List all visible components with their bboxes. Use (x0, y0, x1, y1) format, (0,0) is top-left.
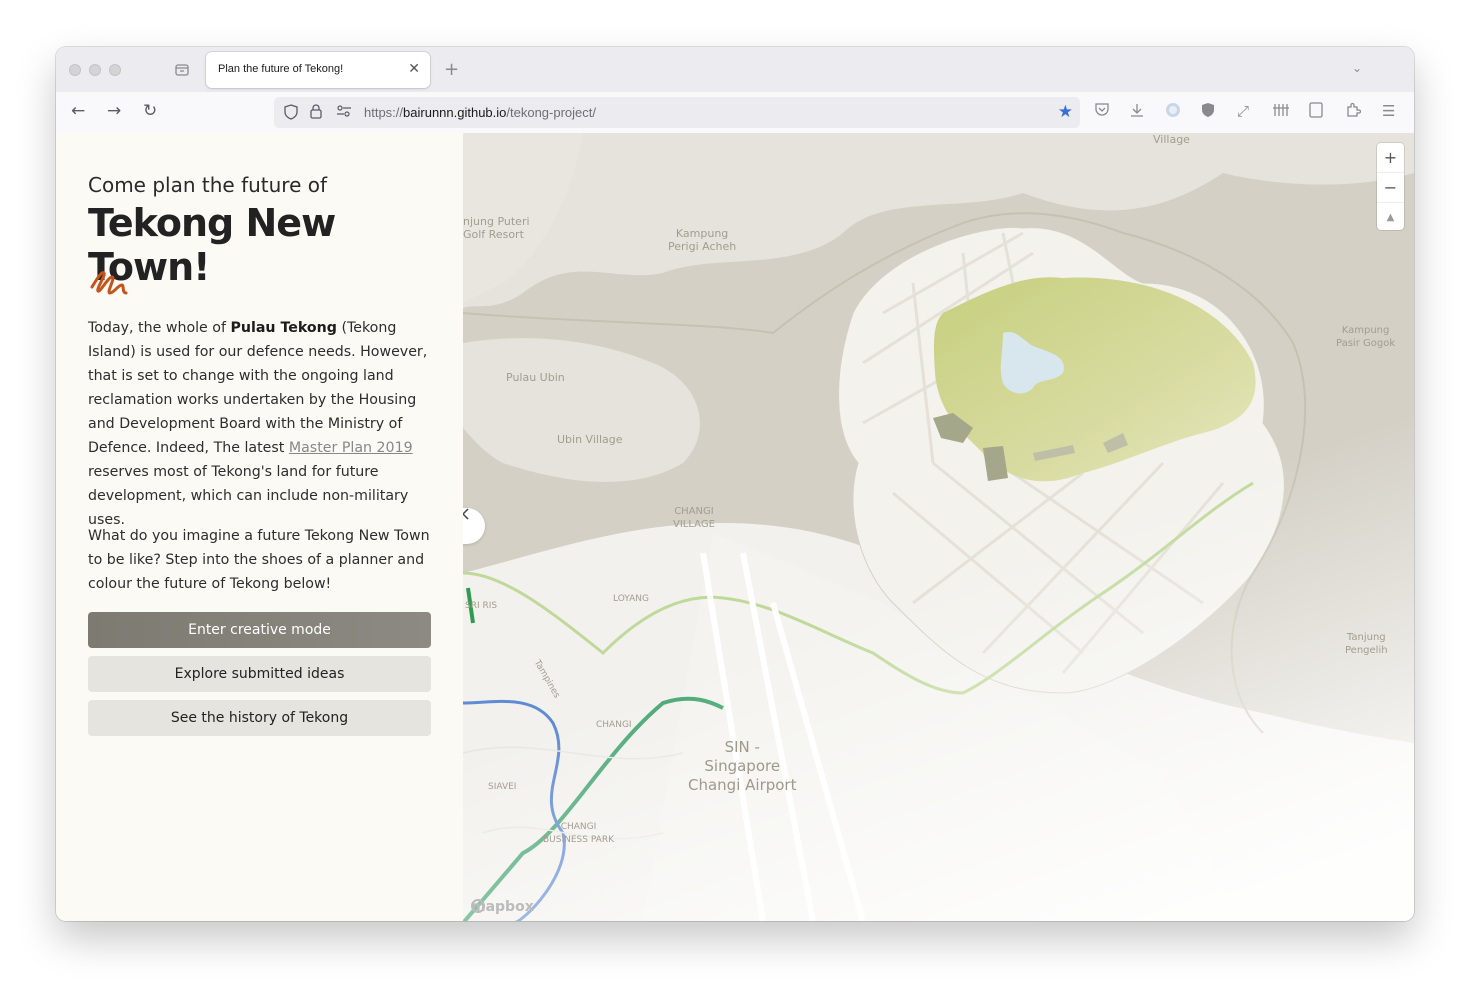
zoom-out-button[interactable]: − (1377, 173, 1404, 203)
pre-title: Come plan the future of (88, 173, 328, 197)
close-window-button[interactable] (69, 64, 81, 76)
maximize-window-button[interactable] (109, 64, 121, 76)
browser-window: Plan the future of Tekong! ✕ + ⌄ ← → ↻ h… (56, 47, 1414, 921)
sidebar-panel: Come plan the future of Tekong New Town!… (56, 133, 463, 921)
zoom-control: + − ▲ (1377, 143, 1404, 230)
compass-button[interactable]: ▲ (1377, 203, 1404, 232)
account-icon[interactable] (1165, 102, 1181, 122)
reader-view-icon[interactable] (1309, 102, 1323, 122)
url-text[interactable]: https://bairunnn.github.io/tekong-projec… (364, 105, 596, 120)
mapbox-icon (471, 899, 485, 913)
para-text-1: Today, the whole of (88, 320, 231, 336)
back-button[interactable]: ← (71, 101, 85, 121)
forward-button[interactable]: → (107, 101, 121, 121)
master-plan-link[interactable]: Master Plan 2019 (289, 440, 413, 456)
reload-button[interactable]: ↻ (143, 101, 157, 121)
map-view[interactable]: Kampung Perigi Acheh njung Puteri Golf R… (463, 133, 1414, 921)
tab-title: Plan the future of Tekong! (218, 63, 344, 75)
tab-strip: Plan the future of Tekong! ✕ + ⌄ (56, 47, 1414, 92)
zoom-in-button[interactable]: + (1377, 143, 1404, 173)
label-pulau-ubin: Pulau Ubin (506, 371, 565, 384)
url-path: /tekong-project/ (506, 105, 596, 120)
label-loyang: LOYANG (613, 594, 649, 604)
url-bar[interactable]: https://bairunnn.github.io/tekong-projec… (274, 97, 1080, 128)
menu-icon[interactable]: ☰ (1382, 102, 1395, 120)
label-changi: CHANGI (596, 720, 632, 730)
page-title: Tekong New Town! (88, 201, 336, 289)
label-kampung-perigi: Kampung Perigi Acheh (668, 227, 737, 253)
bookmark-star-icon[interactable]: ★ (1058, 102, 1073, 122)
expand-icon[interactable]: ⤢ (1237, 102, 1249, 120)
shield-icon[interactable] (284, 104, 298, 124)
ublock-icon[interactable] (1201, 102, 1215, 122)
para-text-2: (Tekong Island) is used for our defence … (88, 320, 428, 456)
nav-toolbar: ← → ↻ https://bairunnn.github.io/tekong-… (56, 92, 1414, 134)
page-content: Come plan the future of Tekong New Town!… (56, 133, 1414, 921)
label-ubin-village: Ubin Village (557, 433, 623, 446)
label-kampung-pasir: Kampung Pasir Gogok (1336, 325, 1396, 349)
enter-creative-mode-button[interactable]: Enter creative mode (88, 612, 431, 648)
library-icon[interactable] (1272, 102, 1290, 122)
url-host: bairunnn.github.io (403, 105, 507, 120)
label-tanjung: Tanjung Pengelih (1345, 632, 1388, 656)
permissions-icon[interactable] (336, 104, 352, 122)
intro-paragraph: Today, the whole of Pulau Tekong (Tekong… (88, 316, 436, 532)
chevron-left-icon (463, 508, 469, 520)
new-tab-button[interactable]: + (444, 59, 459, 80)
label-sri-ris: SRI RIS (465, 601, 498, 611)
cta-paragraph: What do you imagine a future Tekong New … (88, 528, 430, 592)
label-changi-village: CHANGI VILLAGE (673, 506, 715, 530)
extensions-icon[interactable] (1345, 102, 1362, 122)
map-canvas[interactable] (463, 133, 1414, 921)
history-button[interactable]: See the history of Tekong (88, 700, 431, 736)
pocket-icon[interactable] (1094, 102, 1110, 121)
minimize-window-button[interactable] (89, 64, 101, 76)
squiggle-icon (90, 271, 128, 295)
chevron-down-icon[interactable]: ⌄ (1352, 61, 1362, 75)
mapbox-logo[interactable]: mapbox (471, 899, 534, 915)
close-tab-icon[interactable]: ✕ (408, 61, 420, 77)
label-siavei: SIAVEI (488, 782, 517, 792)
label-village: Village (1153, 133, 1190, 146)
para-text-3: reserves most of Tekong's land for futur… (88, 464, 409, 528)
tab-tray-icon[interactable] (174, 62, 190, 82)
label-golf-resort: njung Puteri Golf Resort (463, 215, 530, 241)
lock-icon[interactable] (310, 104, 322, 123)
pulau-tekong-bold: Pulau Tekong (230, 320, 337, 336)
url-prefix: https:// (364, 105, 404, 120)
explore-ideas-button[interactable]: Explore submitted ideas (88, 656, 431, 692)
label-changi-business-park: CHANGI BUSINESS PARK (543, 822, 614, 845)
download-icon[interactable] (1129, 102, 1145, 122)
label-changi-airport: SIN - Singapore Changi Airport (688, 738, 797, 794)
tab-active[interactable]: Plan the future of Tekong! ✕ (206, 52, 430, 88)
